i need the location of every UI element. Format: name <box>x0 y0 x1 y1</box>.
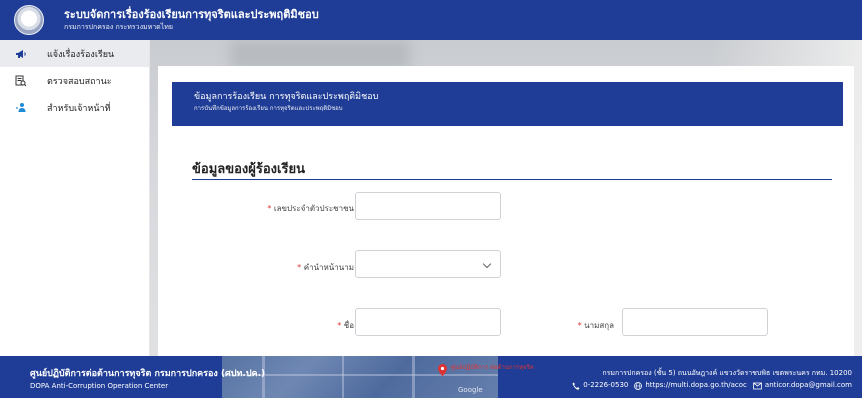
map-pin-icon <box>438 364 447 376</box>
id-number-input[interactable] <box>355 192 501 220</box>
app-header: ระบบจัดการเรื่องร้องเรียนการทุจริตและประ… <box>0 0 862 40</box>
footer-org-eng: DOPA Anti-Corruption Operation Center <box>30 382 169 390</box>
lastname-label: * นามสกุล <box>577 321 614 330</box>
dopa-logo[interactable] <box>14 5 44 35</box>
prefix-label: * คำนำหน้านาม <box>297 263 354 272</box>
globe-icon <box>634 381 643 390</box>
sidebar-item-check-status[interactable]: ตรวจสอบสถานะ <box>0 67 149 94</box>
sidebar-item-label: แจ้งเรื่องร้องเรียน <box>47 49 115 60</box>
sidebar-item-staff[interactable]: สำหรับเจ้าหน้าที่ <box>0 94 149 121</box>
firstname-input[interactable] <box>355 308 501 336</box>
required-mark: * <box>577 321 582 330</box>
phone-icon <box>572 382 580 390</box>
sidebar: แจ้งเรื่องร้องเรียน ตรวจสอบสถานะ สำหรับเ… <box>0 40 150 356</box>
email-icon <box>753 382 762 389</box>
section-divider <box>192 179 832 180</box>
app-subtitle: กรมการปกครอง กระทรวงมหาดไทย <box>64 23 173 31</box>
firstname-label: * ชื่อ <box>337 321 354 330</box>
site-footer: ศูนย์ปฏิบัติการ ต่อต้านการทุจริต Google … <box>0 356 862 398</box>
form-card-title: ข้อมูลการร้องเรียน การทุจริตและประพฤติมิ… <box>194 92 379 102</box>
required-mark: * <box>337 321 342 330</box>
prefix-select[interactable] <box>355 250 501 278</box>
map-location-label: ศูนย์ปฏิบัติการ ต่อต้านการทุจริต <box>451 364 534 371</box>
megaphone-icon <box>14 48 28 60</box>
form-card-subtitle: การบันทึกข้อมูลการร้องเรียน การทุจริตและ… <box>194 105 343 112</box>
section-title: ข้อมูลของผู้ร้องเรียน <box>192 162 305 177</box>
sidebar-item-label: ตรวจสอบสถานะ <box>47 76 112 87</box>
app-title: ระบบจัดการเรื่องร้องเรียนการทุจริตและประ… <box>64 8 319 21</box>
document-search-icon <box>14 75 28 87</box>
id-number-label: * เลขประจำตัวประชาชน <box>267 204 354 213</box>
sidebar-item-report-complaint[interactable]: แจ้งเรื่องร้องเรียน <box>0 40 149 67</box>
sidebar-item-label: สำหรับเจ้าหน้าที่ <box>47 103 111 114</box>
main-content: ข้อมูลการร้องเรียน การทุจริตและประพฤติมิ… <box>150 40 862 356</box>
footer-phone[interactable]: 0-2226-0530 <box>572 380 628 391</box>
complaint-form-card: ข้อมูลการร้องเรียน การทุจริตและประพฤติมิ… <box>158 66 854 356</box>
footer-website-link[interactable]: https://multi.dopa.go.th/acoc <box>634 380 747 391</box>
form-card-header: ข้อมูลการร้องเรียน การทุจริตและประพฤติมิ… <box>172 82 843 126</box>
chevron-down-icon <box>482 259 492 269</box>
required-mark: * <box>267 204 272 213</box>
footer-email-link[interactable]: anticor.dopa@gmail.com <box>753 380 852 391</box>
staff-icon <box>14 102 28 114</box>
required-mark: * <box>297 263 302 272</box>
google-logo: Google <box>458 386 483 394</box>
lastname-input[interactable] <box>622 308 768 336</box>
footer-org-name: ศูนย์ปฏิบัติการต่อต้านการทุจริต กรมการปก… <box>30 369 266 379</box>
footer-address: กรมการปกครอง (ชั้น 5) ถนนอัษฎางค์ แขวงวั… <box>602 369 852 377</box>
